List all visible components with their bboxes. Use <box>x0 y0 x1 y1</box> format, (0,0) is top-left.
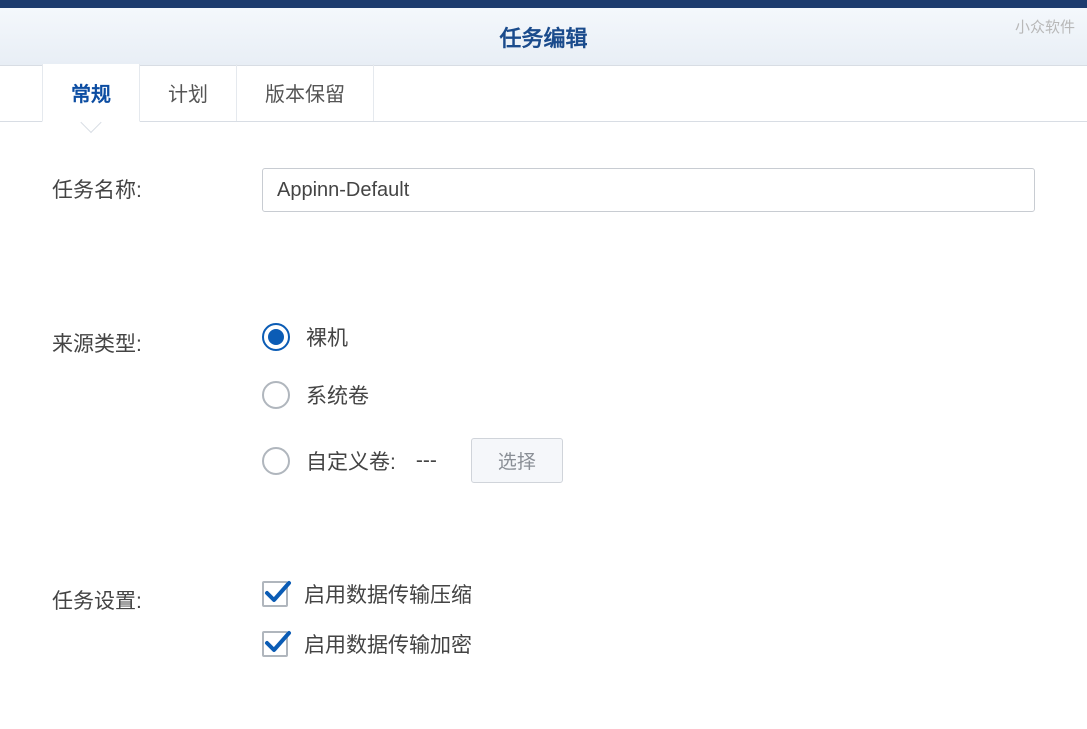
radio-item-system-volume[interactable]: 系统卷 <box>262 380 1035 410</box>
title-bar: 任务编辑 小众软件 <box>0 8 1087 66</box>
custom-volume-value: --- <box>416 449 437 473</box>
task-name-control <box>262 168 1035 212</box>
radio-label-system-volume: 系统卷 <box>306 380 369 410</box>
top-bar <box>0 0 1087 8</box>
tab-general[interactable]: 常规 <box>42 64 140 122</box>
task-settings-control: 启用数据传输压缩 启用数据传输加密 <box>262 579 1035 659</box>
tab-retention[interactable]: 版本保留 <box>237 64 374 121</box>
task-name-label: 任务名称: <box>52 168 262 204</box>
checkmark-icon <box>264 579 292 607</box>
checkbox-item-encryption[interactable]: 启用数据传输加密 <box>262 629 1035 659</box>
content-area: 任务名称: 来源类型: 裸机 系统卷 自定义卷: --- <box>0 122 1087 729</box>
source-type-control: 裸机 系统卷 自定义卷: --- 选择 <box>262 322 1035 483</box>
task-settings-label: 任务设置: <box>52 579 262 615</box>
watermark-text: 小众软件 <box>1015 16 1075 37</box>
tab-bar: 常规 计划 版本保留 <box>0 66 1087 122</box>
radio-bare-metal[interactable] <box>262 323 290 351</box>
checkbox-label-compression: 启用数据传输压缩 <box>304 579 472 609</box>
dialog-title: 任务编辑 <box>499 21 587 53</box>
checkbox-group: 启用数据传输压缩 启用数据传输加密 <box>262 579 1035 659</box>
radio-label-bare-metal: 裸机 <box>306 322 348 352</box>
source-radio-group: 裸机 系统卷 自定义卷: --- 选择 <box>262 322 1035 483</box>
source-type-label: 来源类型: <box>52 322 262 358</box>
checkbox-compression[interactable] <box>262 581 288 607</box>
task-name-input[interactable] <box>262 168 1035 212</box>
source-type-row: 来源类型: 裸机 系统卷 自定义卷: --- 选择 <box>52 322 1035 483</box>
radio-label-custom-volume: 自定义卷: <box>306 446 396 476</box>
radio-item-bare-metal[interactable]: 裸机 <box>262 322 1035 352</box>
checkbox-item-compression[interactable]: 启用数据传输压缩 <box>262 579 1035 609</box>
select-volume-button[interactable]: 选择 <box>471 438 563 483</box>
radio-item-custom-volume[interactable]: 自定义卷: --- 选择 <box>262 438 1035 483</box>
tab-schedule[interactable]: 计划 <box>140 64 237 121</box>
task-settings-row: 任务设置: 启用数据传输压缩 <box>52 579 1035 659</box>
task-name-row: 任务名称: <box>52 168 1035 212</box>
checkbox-encryption[interactable] <box>262 631 288 657</box>
radio-custom-volume[interactable] <box>262 447 290 475</box>
radio-system-volume[interactable] <box>262 381 290 409</box>
checkbox-label-encryption: 启用数据传输加密 <box>304 629 472 659</box>
checkmark-icon <box>264 629 292 657</box>
